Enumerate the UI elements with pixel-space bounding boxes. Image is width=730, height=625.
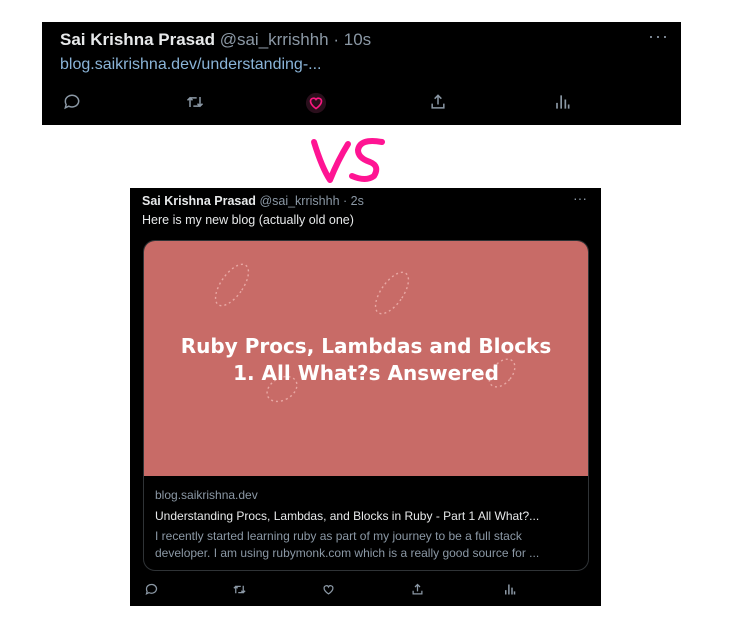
timestamp[interactable]: 2s — [351, 194, 364, 208]
link-card[interactable]: Ruby Procs, Lambdas and Blocks 1. All Wh… — [143, 240, 589, 571]
card-image-title-line2: 1. All What?s Answered — [233, 361, 499, 385]
share-icon[interactable] — [410, 582, 425, 597]
analytics-icon[interactable] — [552, 92, 572, 112]
author-name[interactable]: Sai Krishna Prasad — [142, 194, 256, 208]
more-options-icon[interactable]: ··· — [573, 190, 587, 206]
like-icon[interactable] — [305, 92, 327, 114]
tweet-header: Sai Krishna Prasad @sai_krrishhh · 2s — [142, 194, 364, 208]
separator: · — [343, 194, 348, 208]
analytics-icon[interactable] — [502, 582, 517, 597]
author-handle[interactable]: @sai_krrishhh — [220, 30, 329, 49]
tweet-header: Sai Krishna Prasad @sai_krrishhh · 10s — [60, 30, 371, 50]
retweet-icon[interactable] — [184, 92, 206, 112]
card-image-title-line1: Ruby Procs, Lambdas and Blocks — [180, 334, 552, 358]
like-icon[interactable] — [321, 582, 336, 597]
timestamp[interactable]: 10s — [344, 30, 371, 49]
tweet-text: Here is my new blog (actually old one) — [142, 213, 354, 227]
card-domain: blog.saikrishna.dev — [155, 488, 258, 502]
tweet-preview-with-card[interactable]: Sai Krishna Prasad @sai_krrishhh · 2s ··… — [130, 188, 601, 606]
more-options-icon[interactable]: ··· — [648, 26, 669, 47]
tweet-actions — [130, 582, 601, 600]
separator: · — [333, 30, 340, 49]
share-icon[interactable] — [428, 92, 448, 112]
reply-icon[interactable] — [144, 582, 159, 597]
card-title: Understanding Procs, Lambdas, and Blocks… — [155, 509, 540, 523]
author-name[interactable]: Sai Krishna Prasad — [60, 30, 215, 49]
tweet-link[interactable]: blog.saikrishna.dev/understanding-... — [60, 56, 322, 74]
author-handle[interactable]: @sai_krrishhh — [259, 194, 339, 208]
card-body[interactable]: blog.saikrishna.dev Understanding Procs,… — [144, 476, 588, 570]
tweet-preview-link-only[interactable]: Sai Krishna Prasad @sai_krrishhh · 10s ·… — [42, 22, 681, 125]
card-image[interactable]: Ruby Procs, Lambdas and Blocks 1. All Wh… — [144, 241, 588, 476]
reply-icon[interactable] — [62, 92, 82, 112]
card-description: I recently started learning ruby as part… — [155, 529, 540, 560]
tweet-actions — [42, 92, 681, 118]
vs-label — [308, 134, 388, 186]
retweet-icon[interactable] — [231, 582, 248, 597]
